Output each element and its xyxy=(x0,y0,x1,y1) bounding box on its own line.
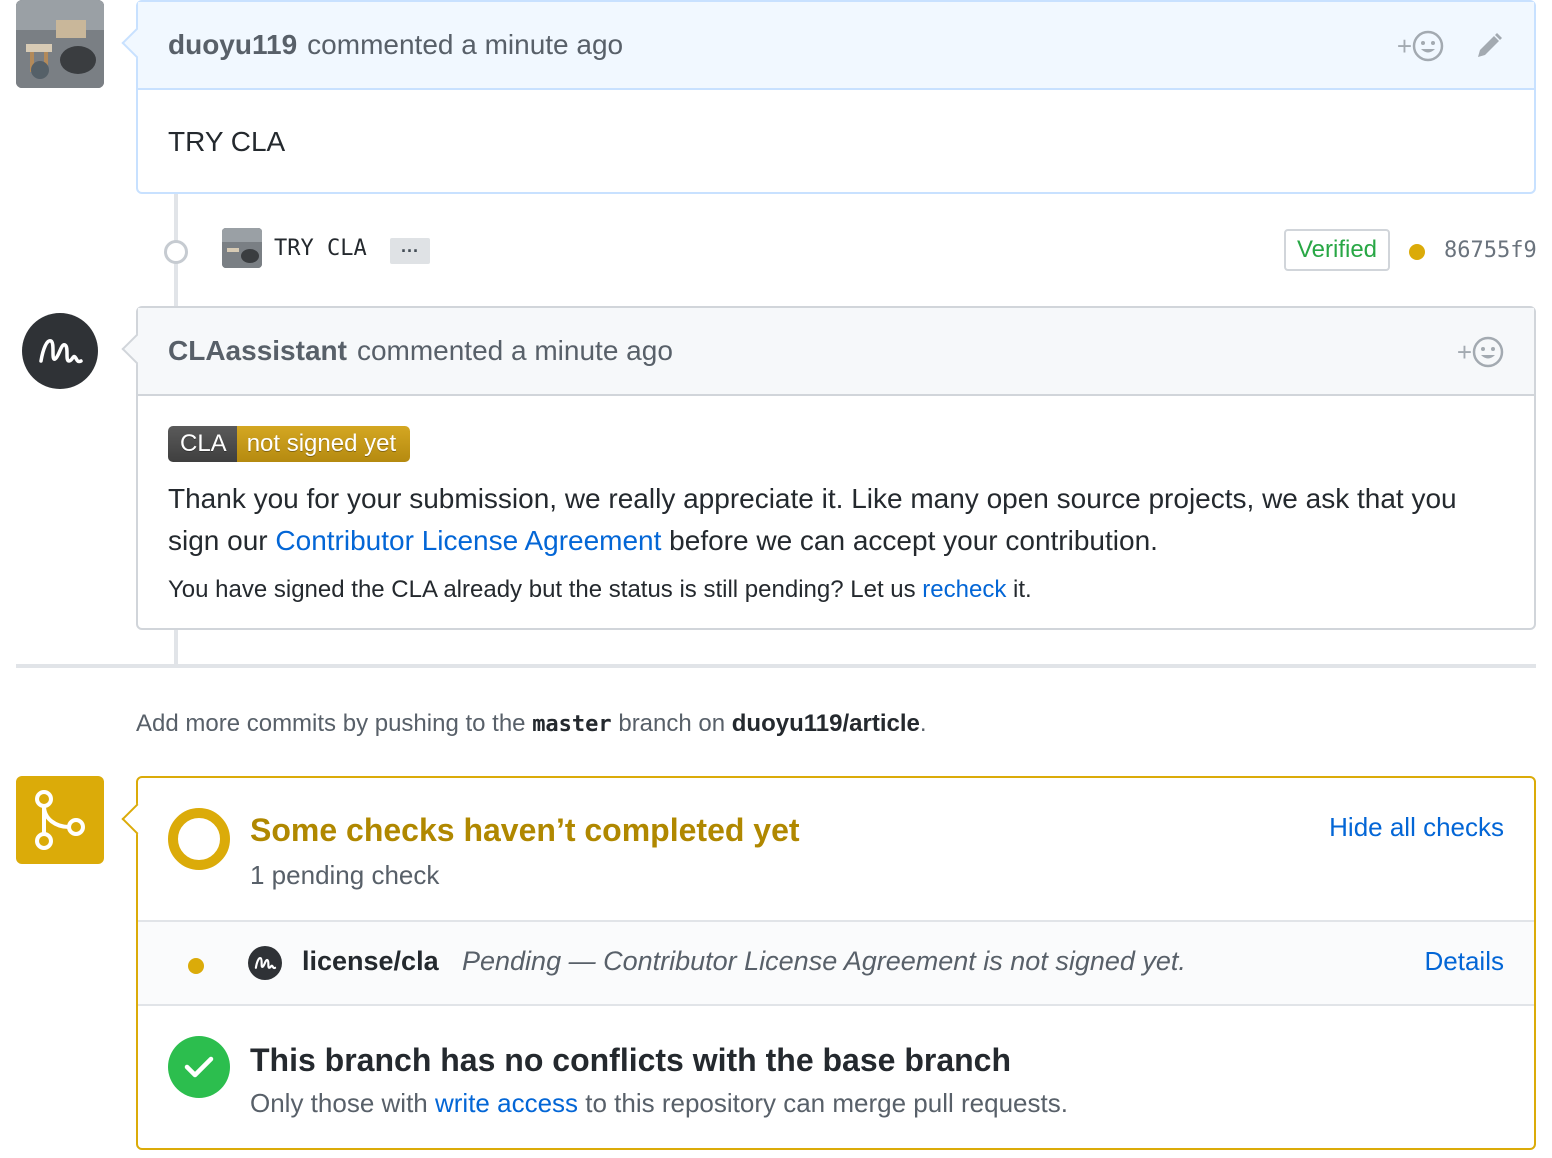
checkmark-icon xyxy=(184,1056,214,1078)
comment-body: CLA not signed yet Thank you for your su… xyxy=(138,396,1534,634)
commit-author-avatar[interactable] xyxy=(222,228,262,268)
recheck-text: You have signed the CLA already but the … xyxy=(168,576,923,603)
write-access-link[interactable]: write access xyxy=(435,1088,578,1118)
user-avatar-claassistant[interactable] xyxy=(22,313,98,389)
commit-sha[interactable]: 86755f9 xyxy=(1444,238,1537,263)
check-description: Pending — Contributor License Agreement … xyxy=(462,946,1186,976)
push-hint-suffix: . xyxy=(919,710,927,737)
pending-status-icon xyxy=(168,808,230,870)
recheck-text-end: it. xyxy=(1006,576,1032,603)
push-hint-prefix: Add more commits by pushing to the xyxy=(136,710,533,737)
commit-status-pending-icon[interactable] xyxy=(1409,244,1425,260)
comment-author[interactable]: duoyu119 xyxy=(168,29,297,61)
comment-box: CLAassistant commented a minute ago + CL… xyxy=(121,306,1536,630)
cla-status-badge[interactable]: CLA not signed yet xyxy=(168,426,411,462)
check-app-avatar xyxy=(248,946,282,980)
avatar-image xyxy=(222,228,262,268)
cla-message-text-end: before we can accept your contribution. xyxy=(661,525,1158,556)
comment-author[interactable]: CLAassistant xyxy=(168,335,347,367)
merge-permission-note: Only those with write access to this rep… xyxy=(250,1088,1068,1119)
merge-conflict-status: This branch has no conflicts with the ba… xyxy=(138,1006,1534,1150)
user-avatar-duoyu119[interactable] xyxy=(16,0,104,88)
check-pending-icon xyxy=(188,958,204,974)
recheck-link[interactable]: recheck xyxy=(922,576,1006,603)
check-item: license/cla Pending — Contributor Licens… xyxy=(138,922,1534,1006)
comment-header: duoyu119 commented a minute ago + xyxy=(138,2,1534,90)
comment-timestamp[interactable]: commented a minute ago xyxy=(307,29,623,61)
push-hint: Add more commits by pushing to the maste… xyxy=(136,710,927,738)
verified-badge[interactable]: Verified xyxy=(1284,229,1390,271)
timeline-line xyxy=(174,630,178,664)
branch-name: master xyxy=(532,712,612,737)
avatar-image xyxy=(16,0,104,88)
smiley-icon xyxy=(1472,336,1504,368)
add-reaction-button[interactable]: + xyxy=(1397,30,1444,62)
success-check-icon xyxy=(168,1036,230,1098)
comment-box: duoyu119 commented a minute ago + TRY CL… xyxy=(121,0,1536,194)
checks-title: Some checks haven’t completed yet xyxy=(250,812,800,848)
commit-expand-button[interactable]: ··· xyxy=(390,238,430,264)
commit-message[interactable]: TRY CLA xyxy=(274,236,367,261)
repo-name: duoyu119/article xyxy=(731,710,920,737)
comment-actions: + xyxy=(1397,2,1504,90)
merge-status-icon xyxy=(16,776,104,864)
comment-timestamp[interactable]: commented a minute ago xyxy=(357,335,673,367)
cla-signature-icon xyxy=(254,957,277,970)
push-hint-middle: branch on xyxy=(611,710,732,737)
merge-box: Some checks haven’t completed yet 1 pend… xyxy=(121,776,1536,1150)
cla-message: Thank you for your submission, we really… xyxy=(168,478,1504,562)
cla-badge-label: CLA xyxy=(168,426,237,462)
comment-header: CLAassistant commented a minute ago + xyxy=(138,308,1534,396)
merge-note-text-end: to this repository can merge pull reques… xyxy=(578,1088,1068,1118)
add-reaction-button[interactable]: + xyxy=(1457,336,1504,368)
git-merge-icon xyxy=(35,790,85,850)
checks-subtitle: 1 pending check xyxy=(250,860,440,890)
hide-all-checks-link[interactable]: Hide all checks xyxy=(1329,812,1504,843)
cla-badge-status: not signed yet xyxy=(236,426,411,462)
smiley-icon xyxy=(1412,30,1444,62)
comment-body: TRY CLA xyxy=(168,126,286,157)
pencil-icon[interactable] xyxy=(1474,31,1504,61)
cla-agreement-link[interactable]: Contributor License Agreement xyxy=(275,525,661,556)
merge-note-text: Only those with xyxy=(250,1088,435,1118)
check-details-link[interactable]: Details xyxy=(1425,946,1504,977)
cla-recheck-message: You have signed the CLA already but the … xyxy=(168,576,1504,604)
comment-actions: + xyxy=(1457,308,1504,396)
conflict-title: This branch has no conflicts with the ba… xyxy=(250,1042,1012,1078)
reaction-plus: + xyxy=(1396,30,1412,61)
timeline-divider xyxy=(16,664,1536,668)
reaction-plus: + xyxy=(1456,336,1472,367)
cla-signature-icon xyxy=(39,339,83,364)
commit-icon xyxy=(164,240,188,264)
check-name: license/cla xyxy=(302,946,439,976)
checks-summary: Some checks haven’t completed yet 1 pend… xyxy=(138,778,1534,922)
